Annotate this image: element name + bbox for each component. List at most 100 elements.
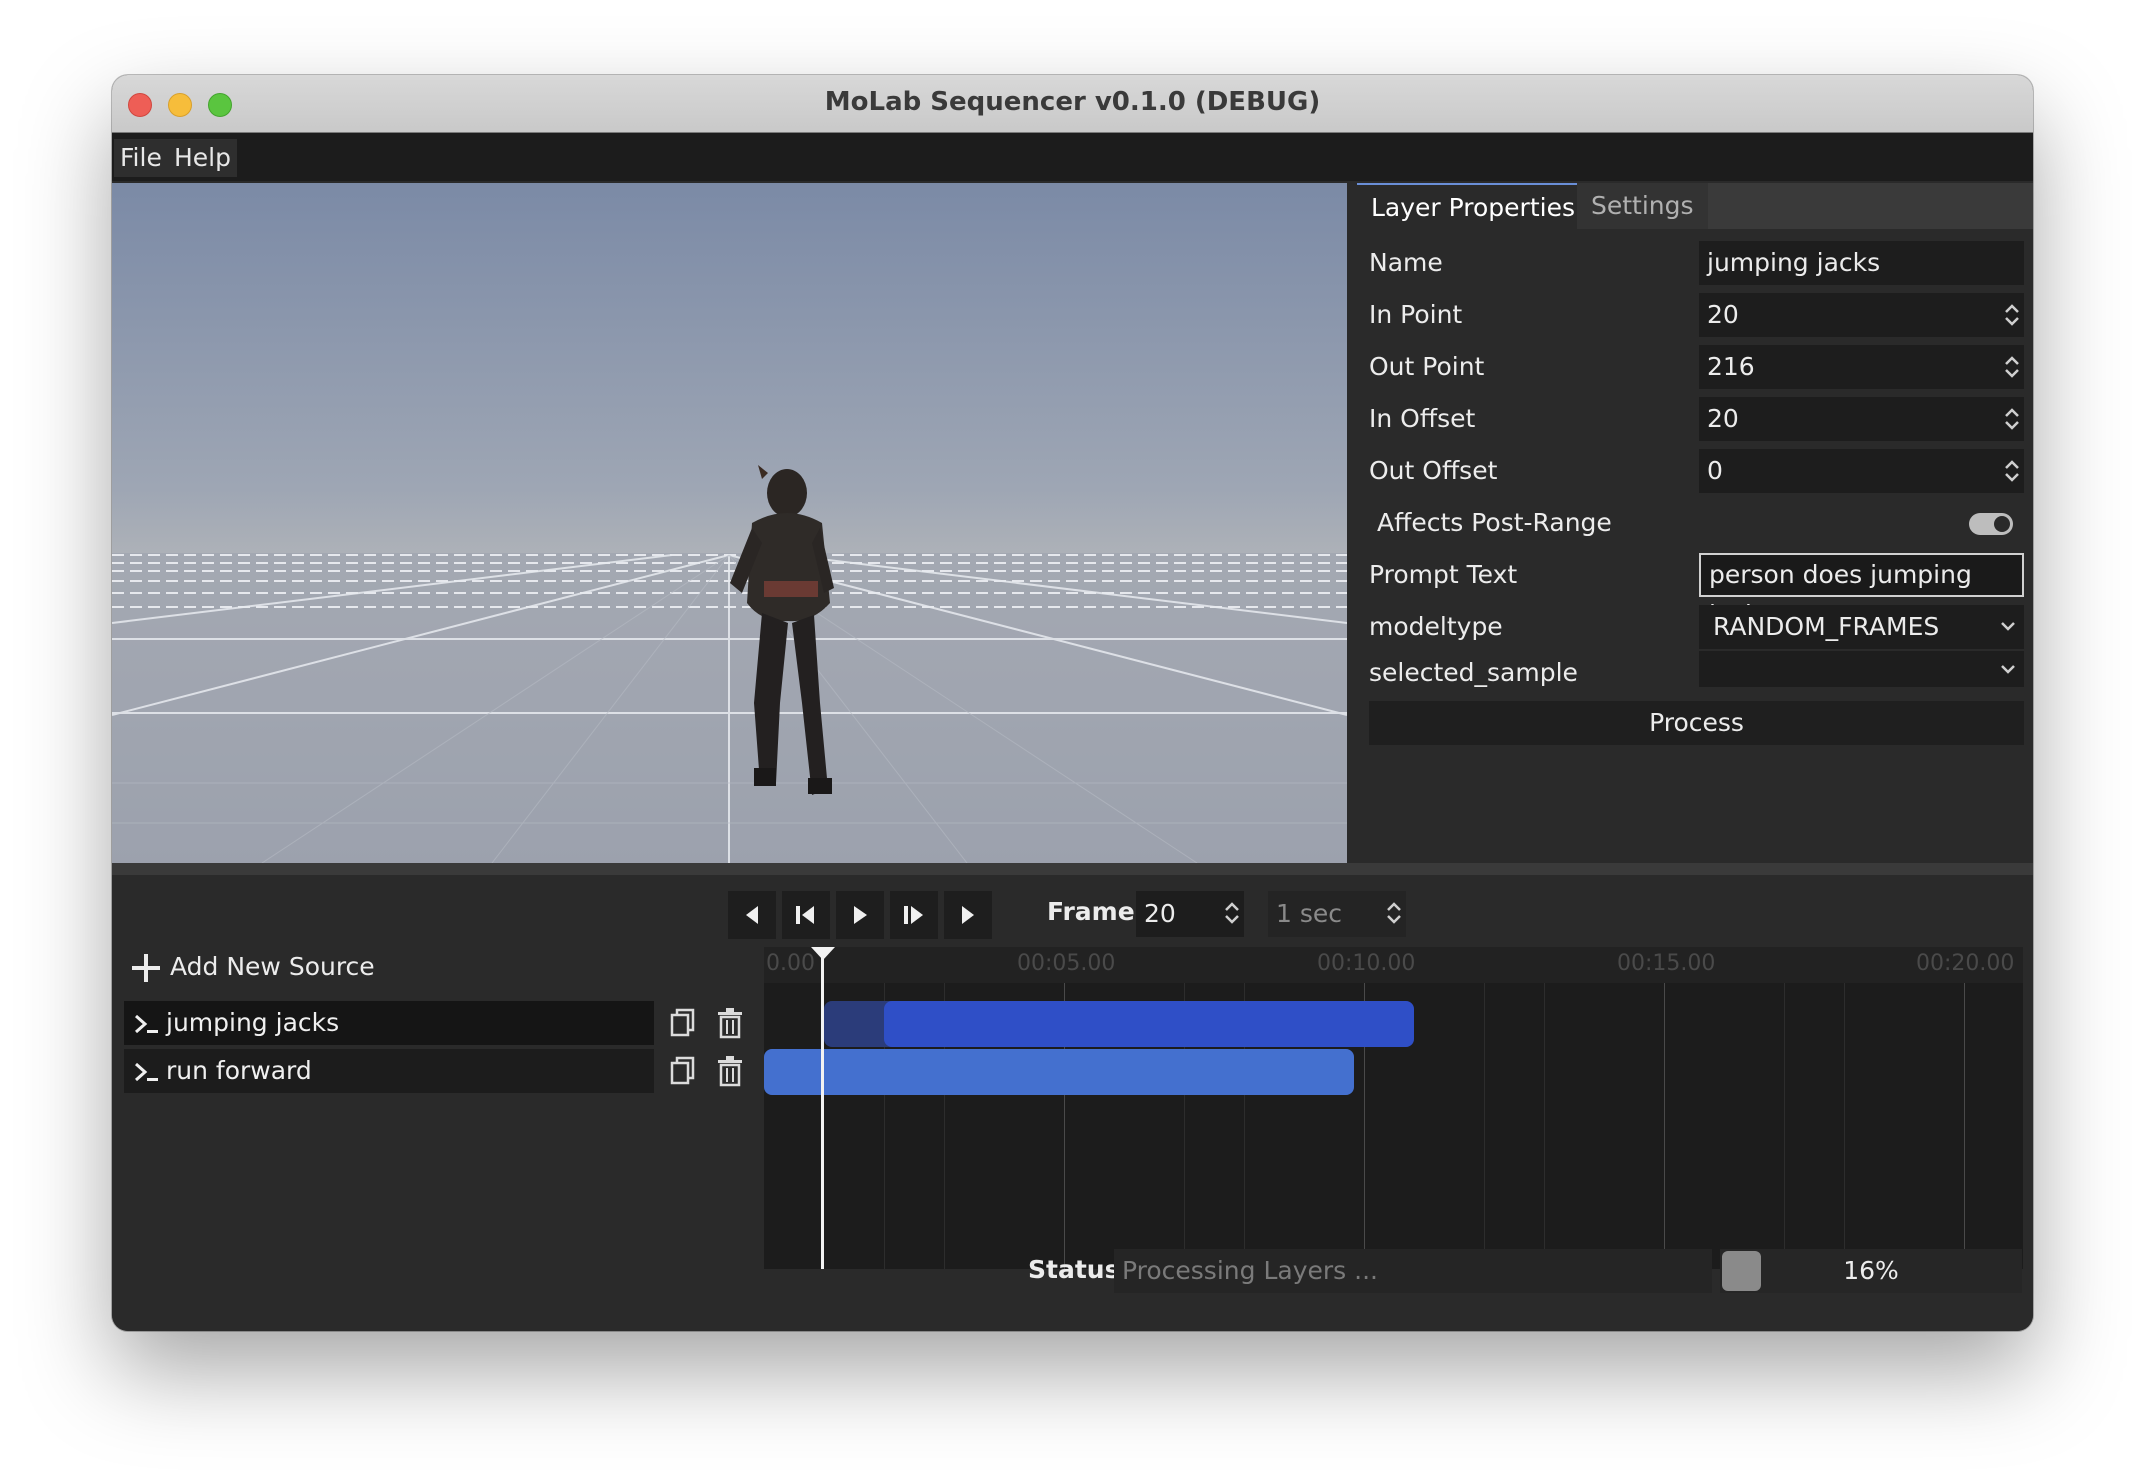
timeline-track-area[interactable]: 0.00 00:05.00 00:10.00 00:15.00 00:20.00 [764, 947, 2023, 1269]
ruler-tick-label: 0.00 [766, 951, 815, 976]
in-point-spinbox[interactable]: 20 [1699, 293, 2024, 337]
selected-sample-select[interactable] [1699, 651, 2024, 687]
name-field[interactable]: jumping jacks [1699, 241, 2024, 285]
play-icon [854, 906, 867, 924]
in-point-label: In Point [1369, 300, 1463, 329]
frame-value: 20 [1144, 899, 1176, 928]
splitter-handle[interactable] [112, 863, 2033, 875]
tab-settings[interactable]: Settings [1577, 183, 1708, 229]
in-offset-label: In Offset [1369, 404, 1476, 433]
copy-icon [670, 1056, 695, 1085]
property-selected-sample-row: selected_sample [1357, 651, 2033, 695]
modeltype-select[interactable]: RANDOM_FRAMES [1699, 605, 2024, 649]
affects-post-range-toggle[interactable] [1969, 513, 2013, 535]
property-prompt-text-row: Prompt Text person does jumping jacks [1357, 553, 2033, 629]
skip-start-button[interactable] [728, 891, 776, 939]
window-title: MoLab Sequencer v0.1.0 (DEBUG) [824, 87, 1321, 117]
spin-arrows-icon[interactable] [2000, 397, 2024, 441]
spin-arrows-icon[interactable] [2000, 345, 2024, 389]
add-new-source-label: Add New Source [170, 952, 375, 981]
trash-icon [718, 1008, 742, 1039]
skip-end-icon [962, 906, 974, 924]
property-out-point-row: Out Point 216 [1357, 345, 2033, 389]
delete-layer-button[interactable] [713, 1006, 747, 1040]
progress-bar: 16% [1720, 1249, 2022, 1293]
modeltype-label: modeltype [1369, 612, 1503, 641]
duplicate-layer-button[interactable] [665, 1006, 699, 1040]
property-name-row: Name jumping jacks [1357, 241, 2033, 285]
skip-end-button[interactable] [944, 891, 992, 939]
in-point-value: 20 [1707, 300, 1739, 329]
spin-arrows-icon[interactable] [1220, 891, 1244, 935]
affects-post-range-label: Affects Post-Range [1377, 508, 1612, 537]
status-text: Processing Layers ... [1114, 1249, 1712, 1293]
clip-run-forward[interactable] [764, 1049, 1354, 1095]
out-point-label: Out Point [1369, 352, 1485, 381]
property-modeltype-row: modeltype RANDOM_FRAMES [1357, 605, 2033, 649]
panel-tabs: Layer Properties Settings [1357, 183, 2033, 231]
menu-help[interactable]: Help [168, 139, 237, 177]
progress-percent: 16% [1843, 1256, 1899, 1285]
layer-name: jumping jacks [166, 1008, 340, 1037]
step-back-button[interactable] [782, 891, 830, 939]
ruler-tick-label: 00:15.00 [1617, 951, 1716, 976]
grid-line [1484, 983, 1485, 1269]
layer-row-run-forward[interactable]: run forward [124, 1049, 654, 1093]
step-back-icon [796, 906, 814, 924]
scene-graphic [112, 465, 1347, 863]
selected-sample-label: selected_sample [1369, 658, 1578, 687]
duplicate-layer-button[interactable] [665, 1054, 699, 1088]
property-out-offset-row: Out Offset 0 [1357, 449, 2033, 493]
menu-file[interactable]: File [114, 139, 168, 177]
play-button[interactable] [836, 891, 884, 939]
in-offset-value: 20 [1707, 404, 1739, 433]
layer-properties-panel: Layer Properties Settings Name jumping j… [1357, 183, 2033, 863]
time-ruler[interactable]: 0.00 00:05.00 00:10.00 00:15.00 00:20.00 [764, 947, 2023, 983]
skip-start-icon [746, 906, 758, 924]
tab-layer-properties[interactable]: Layer Properties [1357, 183, 1589, 231]
out-point-value: 216 [1707, 352, 1755, 381]
spin-arrows-icon[interactable] [1382, 891, 1406, 935]
spin-arrows-icon[interactable] [2000, 293, 2024, 337]
frame-spinbox[interactable]: 20 [1136, 891, 1244, 937]
delete-layer-button[interactable] [713, 1054, 747, 1088]
toggle-knob [1994, 516, 2010, 532]
3d-viewport[interactable] [112, 183, 1347, 863]
menu-bar: File Help [112, 133, 2033, 181]
out-offset-value: 0 [1707, 456, 1723, 485]
title-bar: MoLab Sequencer v0.1.0 (DEBUG) [112, 75, 2033, 133]
out-offset-spinbox[interactable]: 0 [1699, 449, 2024, 493]
property-affects-post-range-row: Affects Post-Range [1357, 501, 2033, 545]
prompt-text-input[interactable]: person does jumping jacks [1699, 553, 2024, 629]
step-forward-button[interactable] [890, 891, 938, 939]
sequencer-area: Frame: 20 1 sec Add New Source jumping j… [112, 875, 2033, 1331]
name-label: Name [1369, 248, 1443, 277]
ruler-tick-label: 00:20.00 [1916, 951, 2015, 976]
add-new-source-button[interactable]: Add New Source [130, 947, 375, 987]
ruler-tick-label: 00:05.00 [1017, 951, 1116, 976]
playhead[interactable] [821, 947, 824, 1269]
spin-arrows-icon[interactable] [2000, 449, 2024, 493]
chevron-down-icon [2001, 665, 2015, 674]
trash-icon [718, 1056, 742, 1087]
property-in-point-row: In Point 20 [1357, 293, 2033, 337]
ruler-tick-label: 00:10.00 [1317, 951, 1416, 976]
clip-jumping-jacks[interactable] [884, 1001, 1414, 1047]
frame-label: Frame: [1047, 897, 1145, 926]
grid-line [1844, 983, 1845, 1269]
step-size-value: 1 sec [1276, 899, 1343, 928]
grid-line [1544, 983, 1545, 1269]
playhead-marker-icon[interactable] [811, 947, 835, 961]
layer-name: run forward [166, 1056, 312, 1085]
modeltype-value: RANDOM_FRAMES [1713, 612, 1940, 641]
in-offset-spinbox[interactable]: 20 [1699, 397, 2024, 441]
step-size-spinbox[interactable]: 1 sec [1268, 891, 1406, 937]
grid-line [1784, 983, 1785, 1269]
grid-line [1664, 983, 1665, 1269]
process-button[interactable]: Process [1369, 701, 2024, 745]
terminal-prompt-icon [135, 1062, 158, 1082]
out-offset-label: Out Offset [1369, 456, 1498, 485]
property-in-offset-row: In Offset 20 [1357, 397, 2033, 441]
layer-row-jumping-jacks[interactable]: jumping jacks [124, 1001, 654, 1045]
out-point-spinbox[interactable]: 216 [1699, 345, 2024, 389]
